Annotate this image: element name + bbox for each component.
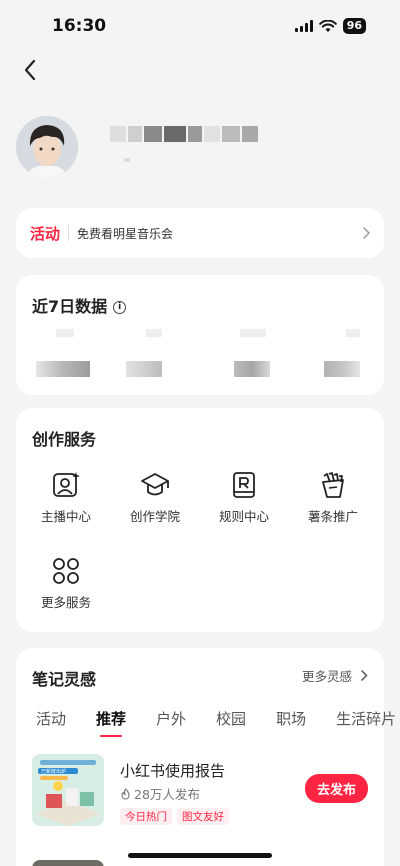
more-ideas-label: 更多灵感 (302, 669, 353, 684)
thumb-text: 已新鲜出炉 (41, 768, 66, 775)
chevron-right-icon (362, 224, 371, 243)
note-thumbnail-image: 已新鲜出炉 (32, 754, 104, 826)
avatar-photo (16, 116, 78, 178)
activity-tag: 活动 (30, 224, 61, 243)
info-icon[interactable]: i (113, 301, 127, 314)
tab-recommended[interactable]: 推荐 (96, 708, 126, 737)
ideas-tabs: 活动 推荐 户外 校园 职场 生活碎片 (36, 708, 396, 737)
service-label: 薯条推广 (307, 509, 358, 524)
tab-workplace[interactable]: 职场 (276, 708, 306, 729)
stat-value-blurred (56, 329, 74, 337)
note-ideas-card: 笔记灵感 更多灵感 活动 推荐 户外 校园 职场 生活碎片 已新鲜出炉 小红书使… (16, 648, 396, 866)
more-ideas-link[interactable]: 更多灵感 (302, 666, 368, 685)
chevron-right-icon (361, 670, 368, 681)
avatar[interactable] (16, 116, 78, 178)
service-label: 主播中心 (40, 509, 91, 524)
graduation-cap-icon (141, 473, 169, 496)
battery-indicator: 96 (342, 18, 366, 34)
tab-campus[interactable]: 校园 (216, 708, 246, 729)
stat-label-blurred (324, 361, 360, 377)
activity-text: 免费看明星音乐会 (77, 226, 174, 241)
streamer-icon (53, 472, 80, 497)
back-button[interactable] (16, 56, 44, 84)
tag-image-friendly: 图文友好 (177, 808, 229, 825)
service-label: 更多服务 (40, 595, 91, 610)
activity-banner[interactable]: 活动 免费看明星音乐会 (16, 208, 384, 258)
publish-button[interactable]: 去发布 (304, 774, 368, 803)
status-bar: 16:30 96 (0, 0, 400, 52)
status-icons: 96 (294, 18, 366, 34)
stat-value-blurred (240, 329, 266, 337)
stats-title: 近7日数据 i (32, 293, 127, 317)
stat-label-blurred (36, 361, 90, 377)
ideas-title: 笔记灵感 (32, 670, 97, 689)
next-note-thumbnail[interactable] (32, 860, 104, 866)
service-label: 创作学院 (129, 509, 180, 524)
stat-label-blurred (126, 361, 162, 377)
username-blurred (110, 126, 258, 142)
service-creator-academy[interactable]: 创作学院 (115, 470, 195, 525)
fries-icon (322, 472, 344, 498)
divider (68, 225, 70, 241)
wifi-icon (318, 19, 337, 32)
service-more[interactable]: 更多服务 (26, 556, 106, 611)
rules-book-icon (233, 472, 255, 498)
grid-icon (53, 558, 79, 584)
stat-label-blurred (234, 361, 270, 377)
signal-icon (294, 20, 313, 32)
stats-card[interactable]: 近7日数据 i (16, 275, 384, 395)
service-fries-promotion[interactable]: 薯条推广 (293, 470, 373, 525)
flame-icon (121, 787, 130, 800)
note-publish-count: 28万人发布 (120, 784, 200, 803)
note-publish-count-text: 28万人发布 (134, 787, 200, 802)
tab-outdoor[interactable]: 户外 (156, 708, 186, 729)
note-tags: 今日热门 图文友好 (120, 808, 229, 825)
stats-title-text: 近7日数据 (32, 297, 108, 316)
service-streamer-center[interactable]: 主播中心 (26, 470, 106, 525)
stat-value-blurred (346, 329, 360, 337)
status-time: 16:30 (52, 16, 107, 36)
service-label: 规则中心 (218, 509, 269, 524)
chevron-left-icon (24, 59, 36, 81)
user-subtitle-blurred (124, 158, 130, 162)
tag-hot-today: 今日热门 (120, 808, 172, 825)
note-thumbnail[interactable]: 已新鲜出炉 (32, 754, 104, 826)
stat-value-blurred (146, 329, 162, 337)
tab-activity[interactable]: 活动 (36, 708, 66, 729)
tab-life-fragments[interactable]: 生活碎片 (336, 708, 396, 729)
creator-services-card: 创作服务 主播中心 创作学院 规则中心 薯条推广 更多服务 (16, 408, 384, 632)
note-title[interactable]: 小红书使用报告 (120, 760, 225, 781)
service-rules-center[interactable]: 规则中心 (204, 470, 284, 525)
services-title: 创作服务 (32, 430, 97, 449)
home-indicator (128, 853, 272, 858)
